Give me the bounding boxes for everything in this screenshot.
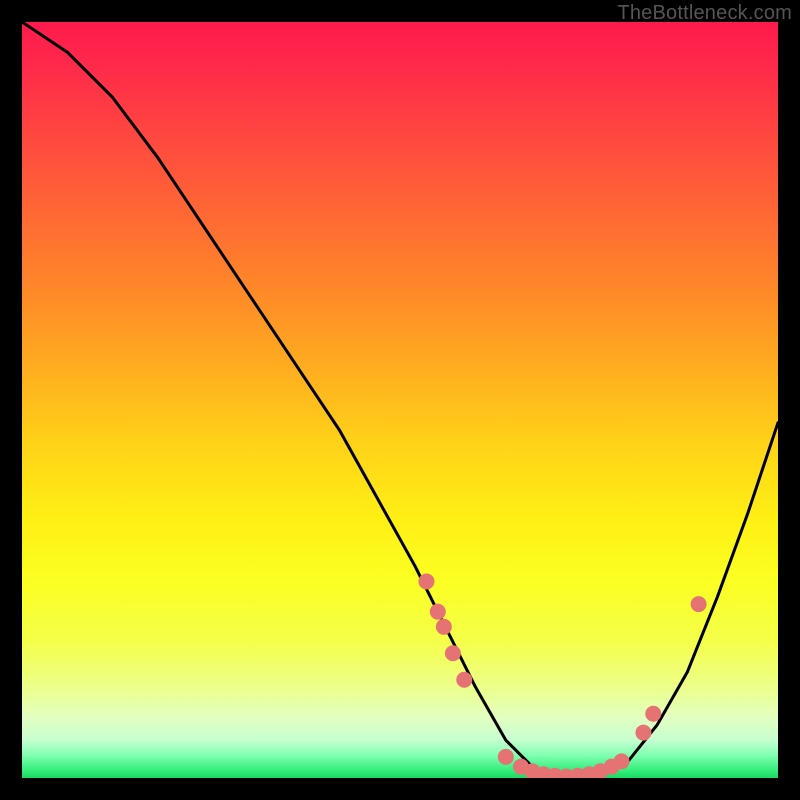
data-point [498, 749, 514, 765]
data-points [418, 573, 706, 778]
data-point [418, 573, 434, 589]
data-point [436, 619, 452, 635]
chart-svg [22, 22, 778, 778]
plot-area [22, 22, 778, 778]
data-point [430, 604, 446, 620]
data-point [645, 706, 661, 722]
bottleneck-curve [22, 22, 778, 778]
data-point [456, 672, 472, 688]
chart-container: TheBottleneck.com [0, 0, 800, 800]
data-point [614, 753, 630, 769]
data-point [445, 645, 461, 661]
data-point [691, 596, 707, 612]
curve-path [22, 22, 778, 778]
data-point [635, 725, 651, 741]
